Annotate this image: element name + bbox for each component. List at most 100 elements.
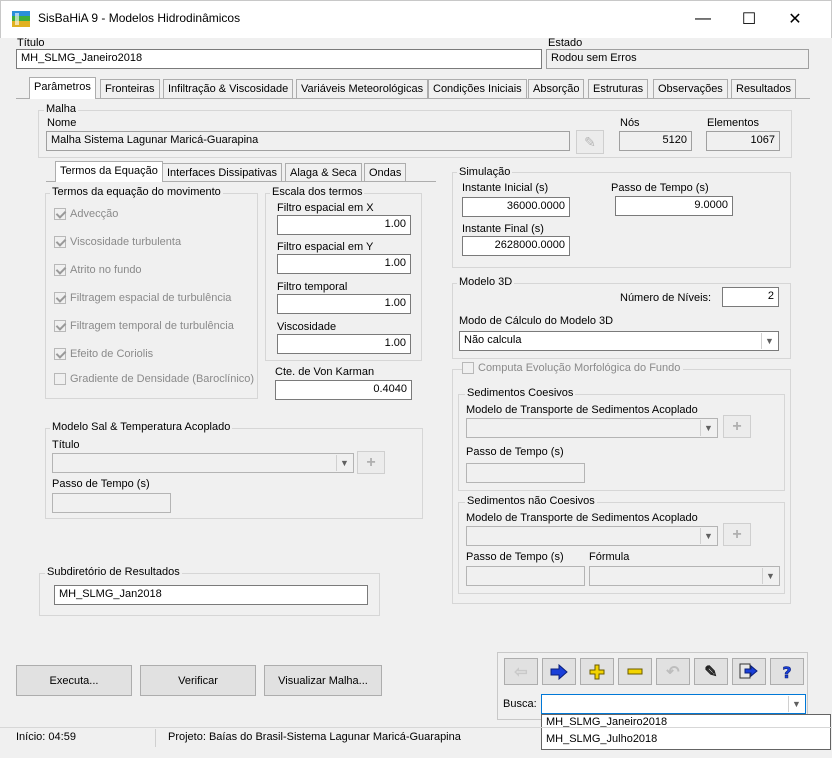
- passo-tempo-input[interactable]: 9.0000: [615, 196, 733, 216]
- tab-fronteiras[interactable]: Fronteiras: [100, 79, 160, 98]
- titulo-label: Título: [17, 37, 45, 49]
- subtab-alaga-seca[interactable]: Alaga & Seca: [285, 163, 362, 181]
- filtro-x-input[interactable]: 1.00: [277, 215, 411, 235]
- arrow-left-icon: ⇦: [514, 663, 528, 681]
- titulo-input[interactable]: MH_SLMG_Janeiro2018: [16, 49, 542, 69]
- verificar-button[interactable]: Verificar: [140, 665, 256, 696]
- export-icon: [739, 663, 758, 678]
- edit-button[interactable]: ✎: [694, 658, 728, 685]
- coesivos-passo-input[interactable]: [466, 463, 585, 483]
- salt-passo-label: Passo de Tempo (s): [52, 478, 150, 490]
- help-button[interactable]: ?: [770, 658, 804, 685]
- naocoesivos-group-title: Sedimentos não Coesivos: [465, 495, 597, 507]
- chevron-down-icon: ▼: [788, 696, 804, 712]
- busca-combobox[interactable]: ▼: [541, 694, 806, 714]
- naocoesivos-modelo-select[interactable]: ▼: [466, 526, 718, 546]
- chk-label: Filtragem temporal de turbulência: [70, 320, 234, 332]
- nos-field: 5120: [619, 131, 692, 151]
- chevron-down-icon: ▼: [761, 333, 777, 349]
- executa-button[interactable]: Executa...: [16, 665, 132, 696]
- simulacao-group-title: Simulação: [457, 166, 513, 178]
- chk-atrito[interactable]: Atrito no fundo: [54, 264, 142, 277]
- export-button[interactable]: [732, 658, 766, 685]
- checkbox-icon: [462, 362, 474, 375]
- add-salt-button[interactable]: +: [357, 451, 385, 474]
- subtab-interfaces[interactable]: Interfaces Dissipativas: [162, 163, 283, 181]
- filtro-y-label: Filtro espacial em Y: [277, 241, 374, 253]
- formula-label: Fórmula: [589, 551, 630, 563]
- formula-select[interactable]: ▼: [589, 566, 780, 586]
- plus-icon: +: [732, 525, 742, 543]
- chk-filtragem-temporal[interactable]: Filtragem temporal de turbulência: [54, 320, 234, 333]
- karman-input[interactable]: 0.4040: [275, 380, 412, 400]
- chk-coriolis[interactable]: Efeito de Coriolis: [54, 348, 153, 361]
- malha-nome-label: Nome: [47, 117, 77, 129]
- naocoesivos-passo-input[interactable]: [466, 566, 585, 586]
- viscosidade-label: Viscosidade: [277, 321, 337, 333]
- plus-icon: [589, 664, 605, 679]
- malha-group-title: Malha: [44, 103, 78, 115]
- minimize-button[interactable]: —: [680, 0, 726, 38]
- close-button[interactable]: ✕: [772, 0, 818, 38]
- nos-label: Nós: [620, 117, 640, 129]
- status-inicio: Início: 04:59: [16, 731, 76, 743]
- modo-calculo-select[interactable]: Não calcula ▼: [459, 331, 779, 351]
- chk-gradiente-densidade[interactable]: Gradiente de Densidade (Baroclínico): [54, 373, 254, 386]
- checkbox-icon: [54, 348, 66, 361]
- chk-label: Viscosidade turbulenta: [70, 236, 182, 248]
- subdir-input[interactable]: MH_SLMG_Jan2018: [54, 585, 368, 605]
- filtro-t-input[interactable]: 1.00: [277, 294, 411, 314]
- undo-button[interactable]: ↶: [656, 658, 690, 685]
- chevron-down-icon: ▼: [762, 568, 778, 584]
- chk-filtragem-espacial[interactable]: Filtragem espacial de turbulência: [54, 292, 231, 305]
- chevron-down-icon: ▼: [700, 528, 716, 544]
- tab-parametros[interactable]: Parâmetros: [29, 77, 96, 99]
- chk-label: Computa Evolução Morfológica do Fundo: [478, 362, 681, 374]
- naocoesivos-modelo-label: Modelo de Transporte de Sedimentos Acopl…: [466, 512, 698, 524]
- instante-final-input[interactable]: 2628000.0000: [462, 236, 570, 256]
- modo-calculo-label: Modo de Cálculo do Modelo 3D: [459, 315, 614, 327]
- filtro-x-label: Filtro espacial em X: [277, 202, 374, 214]
- subtab-termos[interactable]: Termos da Equação: [55, 161, 163, 182]
- tab-resultados[interactable]: Resultados: [731, 79, 797, 98]
- chk-computa-morfologia[interactable]: Computa Evolução Morfológica do Fundo: [462, 362, 684, 375]
- niveis-input[interactable]: 2: [722, 287, 779, 307]
- add-button[interactable]: [580, 658, 614, 685]
- estado-label: Estado: [548, 37, 583, 49]
- remove-button[interactable]: [618, 658, 652, 685]
- maximize-button[interactable]: ☐: [726, 0, 772, 38]
- help-icon: ?: [782, 663, 792, 681]
- checkbox-icon: [54, 320, 66, 333]
- viscosidade-input[interactable]: 1.00: [277, 334, 411, 354]
- karman-label: Cte. de Von Karman: [275, 366, 375, 378]
- tab-estruturas[interactable]: Estruturas: [588, 79, 649, 98]
- visualizar-malha-button[interactable]: Visualizar Malha...: [264, 665, 382, 696]
- coesivos-modelo-select[interactable]: ▼: [466, 418, 718, 438]
- edit-malha-button[interactable]: ✎: [576, 130, 604, 154]
- passo-tempo-label: Passo de Tempo (s): [611, 182, 709, 194]
- subtab-ondas[interactable]: Ondas: [364, 163, 407, 181]
- forward-button[interactable]: [542, 658, 576, 685]
- instante-final-label: Instante Final (s): [462, 223, 544, 235]
- instante-inicial-input[interactable]: 36000.0000: [462, 197, 570, 217]
- malha-nome-field: Malha Sistema Lagunar Maricá-Guarapina: [46, 131, 570, 151]
- estado-field: Rodou sem Erros: [546, 49, 809, 69]
- tab-absorcao[interactable]: Absorção: [528, 79, 585, 98]
- busca-label: Busca:: [503, 698, 537, 710]
- tab-variaveis-meteorologicas[interactable]: Variáveis Meteorológicas: [296, 79, 429, 98]
- status-divider: [155, 729, 156, 747]
- subdir-group-title: Subdiretório de Resultados: [45, 566, 182, 578]
- add-coesivos-button[interactable]: +: [723, 415, 751, 438]
- coesivos-modelo-label: Modelo de Transporte de Sedimentos Acopl…: [466, 404, 698, 416]
- tab-infiltracao[interactable]: Infiltração & Viscosidade: [163, 79, 294, 98]
- salt-passo-input[interactable]: [52, 493, 171, 513]
- tab-observacoes[interactable]: Observações: [653, 79, 728, 98]
- chk-adveccao[interactable]: Advecção: [54, 208, 118, 221]
- checkbox-icon: [54, 373, 66, 386]
- filtro-y-input[interactable]: 1.00: [277, 254, 411, 274]
- add-naocoesivos-button[interactable]: +: [723, 523, 751, 546]
- salt-titulo-select[interactable]: ▼: [52, 453, 354, 473]
- chk-viscosidade[interactable]: Viscosidade turbulenta: [54, 236, 182, 249]
- back-button[interactable]: ⇦: [504, 658, 538, 685]
- tab-condicoes-iniciais[interactable]: Condições Iniciais: [428, 79, 527, 98]
